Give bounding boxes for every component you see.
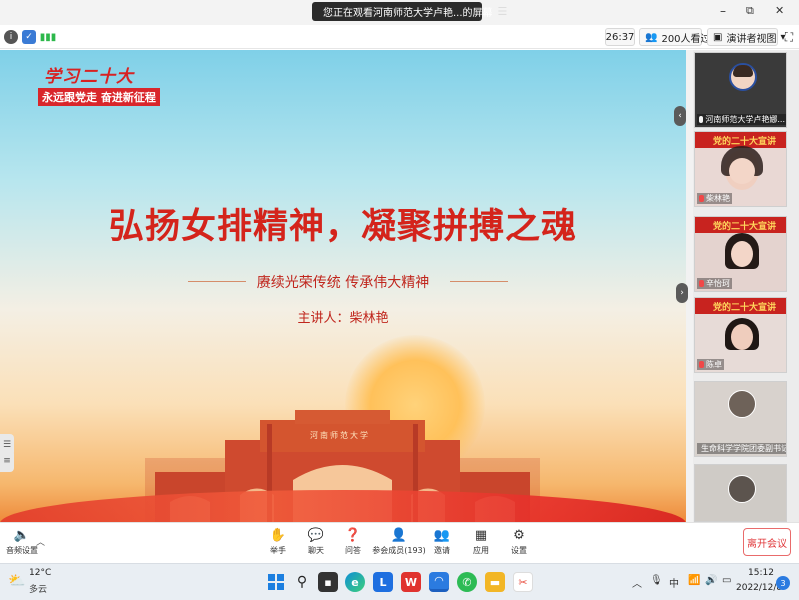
speaker-icon: 🔈 bbox=[13, 527, 31, 543]
close-button[interactable]: ✕ bbox=[775, 4, 784, 17]
participants-button[interactable]: 👤 参会成员(193) bbox=[372, 527, 426, 556]
gate-inscription: 河南师范大学 bbox=[310, 431, 370, 440]
windows-start-icon[interactable] bbox=[266, 572, 286, 592]
avatar bbox=[728, 390, 756, 418]
edge-browser-icon[interactable]: e bbox=[345, 572, 365, 592]
slide-subtitle: 赓续光荣传统 传承伟大精神 bbox=[256, 275, 430, 291]
badge-title: 学习二十大 bbox=[44, 67, 134, 87]
view-mode-select[interactable]: ▣ 演讲者视图 ▾ bbox=[707, 28, 785, 46]
participant-panel: 河南师范大学卢艳娜... 党的二十大宣讲 柴林艳 党的二十大宣讲 辛怡珂 党的二… bbox=[693, 50, 799, 522]
weather-cloud-icon[interactable]: ⛅ bbox=[8, 573, 25, 589]
app-icon-blue[interactable]: L bbox=[373, 572, 393, 592]
notification-badge[interactable]: 3 bbox=[776, 576, 790, 590]
window-title-bar: 您正在观看河南师范大学卢艳...的屏幕 ☰ – ⧉ ✕ bbox=[0, 0, 799, 25]
ime-indicator[interactable]: 中 bbox=[669, 575, 679, 590]
search-icon[interactable]: ⚲ bbox=[292, 572, 312, 592]
menu-icon[interactable]: ☰ bbox=[498, 5, 508, 18]
participant-name: 河南师范大学卢艳娜... bbox=[705, 115, 785, 124]
collapse-panel-chevron-left-icon[interactable]: ‹ bbox=[674, 106, 686, 126]
weather-desc[interactable]: 多云 bbox=[29, 582, 47, 595]
meeting-info-bar: i ✓ ▮▮▮ 26:37 👥 200人看过 ▣ 演讲者视图 ▾ ⛶ bbox=[0, 25, 799, 49]
mic-icon bbox=[699, 361, 704, 368]
question-icon: ❓ bbox=[344, 527, 362, 543]
task-view-icon[interactable]: ▪ bbox=[318, 572, 338, 592]
viewer-count[interactable]: 👥 200人看过 bbox=[639, 28, 711, 46]
maximize-button[interactable]: ⧉ bbox=[746, 4, 754, 18]
avatar bbox=[728, 475, 756, 503]
info-icon[interactable]: i bbox=[4, 30, 18, 44]
battery-icon[interactable]: ▭ bbox=[722, 575, 731, 586]
mic-icon bbox=[699, 195, 704, 202]
side-handle-grid-icon[interactable]: ≡ bbox=[0, 450, 14, 472]
hand-icon: ✋ bbox=[269, 527, 287, 543]
participant-tile[interactable] bbox=[694, 464, 787, 522]
participant-face bbox=[731, 241, 753, 267]
wifi-icon[interactable]: 📶 bbox=[688, 575, 700, 586]
windows-taskbar: ⛅ 12°C 多云 ⚲ ▪ e L W ◠ ✆ ▬ ✂ ︿ 🎙 中 📶 🔊 ▭ … bbox=[0, 563, 799, 600]
divider-line bbox=[450, 281, 508, 282]
sharing-text: 您正在观看河南师范大学卢艳...的屏幕 bbox=[323, 8, 493, 19]
chevron-up-tray-icon[interactable]: ︿ bbox=[632, 575, 642, 590]
participant-tile[interactable]: 河南师范大学卢艳娜... bbox=[694, 52, 787, 128]
minimize-button[interactable]: – bbox=[720, 4, 726, 18]
participant-tile[interactable]: 党的二十大宣讲 柴林艳 bbox=[694, 131, 787, 207]
screen-share-indicator[interactable]: 您正在观看河南师范大学卢艳...的屏幕 ☰ bbox=[312, 2, 507, 21]
gear-icon: ⚙ bbox=[513, 527, 525, 543]
settings-button[interactable]: ⚙ 设置 bbox=[497, 527, 541, 556]
participant-name: 生命科学学院团委副书记... bbox=[701, 444, 786, 453]
participant-tile[interactable]: 党的二十大宣讲 辛怡珂 bbox=[694, 216, 787, 292]
participant-banner: 党的二十大宣讲 bbox=[695, 217, 786, 233]
leave-meeting-button[interactable]: 离开会议 bbox=[743, 528, 791, 556]
snipping-tool-icon[interactable]: ✂ bbox=[513, 572, 533, 592]
meeting-toolbar: 🔈 音频设置 ︿ ✋ 举手 💬 聊天 ❓ 问答 👤 参会成员(193) 👥 邀请… bbox=[0, 522, 799, 562]
participant-tile[interactable]: 党的二十大宣讲 陈卓 bbox=[694, 297, 787, 373]
file-explorer-icon[interactable]: ▬ bbox=[485, 572, 505, 592]
signal-icon[interactable]: ▮▮▮ bbox=[40, 30, 57, 44]
slide-title: 弘扬女排精神，凝聚拼搏之魂 bbox=[108, 206, 577, 247]
volume-icon[interactable]: 🔊 bbox=[705, 575, 717, 586]
meeting-timer: 26:37 bbox=[605, 28, 635, 46]
participant-banner: 党的二十大宣讲 bbox=[695, 298, 786, 314]
shield-icon[interactable]: ✓ bbox=[22, 30, 36, 44]
participant-face bbox=[729, 158, 755, 184]
apps-grid-icon: ▦ bbox=[474, 527, 488, 543]
participant-name: 辛怡珂 bbox=[706, 279, 730, 288]
fullscreen-icon[interactable]: ⛶ bbox=[782, 30, 796, 44]
slide-speaker: 主讲人：柴林艳 bbox=[297, 311, 389, 326]
mic-icon bbox=[699, 116, 704, 123]
participant-name: 陈卓 bbox=[706, 360, 722, 369]
qa-button[interactable]: ❓ 问答 bbox=[331, 527, 375, 556]
chat-icon: 💬 bbox=[307, 527, 325, 543]
microphone-icon[interactable]: 🎙 bbox=[650, 575, 663, 586]
weather-temp[interactable]: 12°C bbox=[29, 568, 51, 578]
avatar-hair bbox=[733, 65, 753, 77]
wechat-icon[interactable]: ✆ bbox=[457, 572, 477, 592]
add-person-icon: 👥 bbox=[433, 527, 451, 543]
shared-screen-slide: 学习二十大 永远跟党走 奋进新征程 弘扬女排精神，凝聚拼搏之魂 赓续光荣传统 传… bbox=[0, 50, 686, 522]
badge-slogan: 永远跟党走 奋进新征程 bbox=[38, 88, 160, 106]
mic-icon bbox=[699, 280, 704, 287]
clock-time[interactable]: 15:12 bbox=[748, 568, 774, 578]
people-icon: 👥 bbox=[645, 31, 658, 43]
person-icon: 👤 bbox=[390, 527, 408, 543]
layout-icon: ▣ bbox=[713, 31, 723, 43]
invite-button[interactable]: 👥 邀请 bbox=[420, 527, 464, 556]
study-badge: 学习二十大 永远跟党走 奋进新征程 bbox=[38, 62, 160, 110]
participant-face bbox=[731, 324, 753, 350]
participant-name: 柴林艳 bbox=[706, 194, 730, 203]
tencent-meeting-icon[interactable]: ◠ bbox=[429, 572, 449, 592]
expand-panel-chevron-right-icon[interactable]: › bbox=[676, 283, 688, 303]
chevron-up-icon[interactable]: ︿ bbox=[36, 535, 45, 548]
wps-office-icon[interactable]: W bbox=[401, 572, 421, 592]
participant-tile[interactable]: 生命科学学院团委副书记... bbox=[694, 381, 787, 457]
red-ribbon-decoration bbox=[0, 490, 686, 522]
